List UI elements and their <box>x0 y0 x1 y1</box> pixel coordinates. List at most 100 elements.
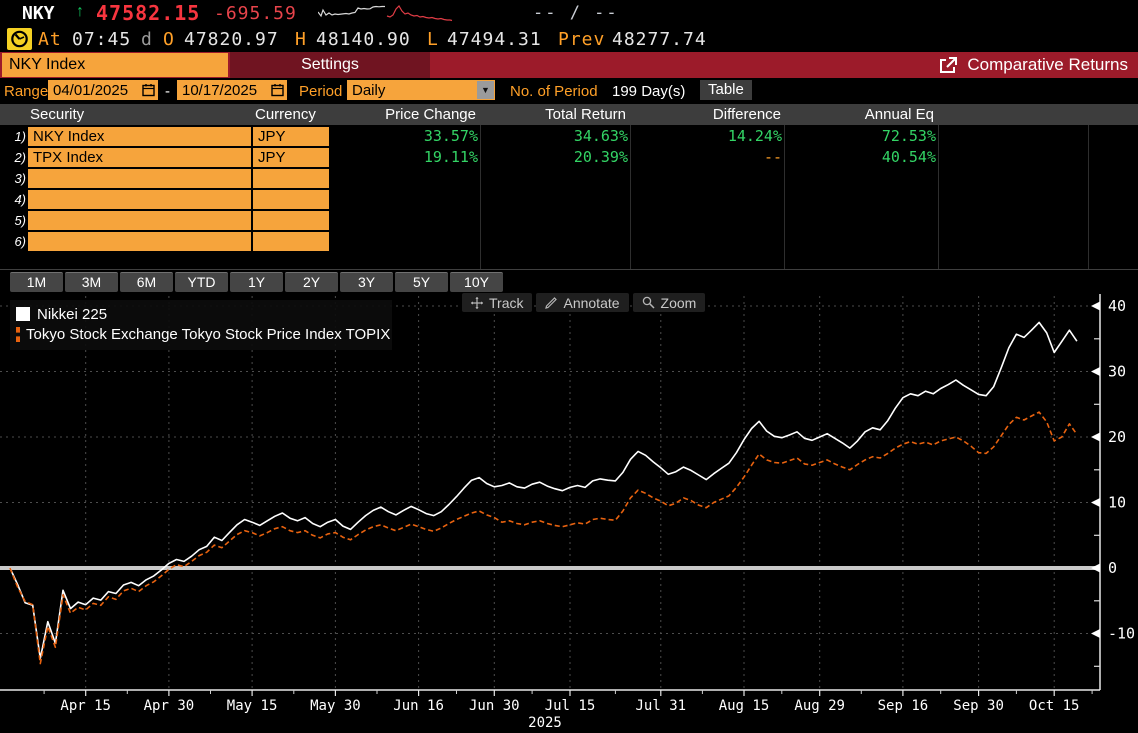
table-row[interactable]: 5) <box>0 211 1138 230</box>
low-label: L <box>427 29 439 50</box>
svg-text:May 15: May 15 <box>227 698 278 714</box>
svg-text:40: 40 <box>1108 297 1126 315</box>
chart-legend: Nikkei 225 Tokyo Stock Exchange Tokyo St… <box>10 300 392 350</box>
table-row[interactable]: 1) NKY Index JPY 33.57% 34.63% 14.24% 72.53% <box>0 127 1138 146</box>
period-tab-1y[interactable]: 1Y <box>230 272 283 292</box>
svg-text:Aug 15: Aug 15 <box>719 698 770 714</box>
row-number: 3) <box>14 171 26 186</box>
topix-swatch-icon <box>16 326 20 342</box>
period-tab-1m[interactable]: 1M <box>10 272 63 292</box>
svg-text:Sep 30: Sep 30 <box>953 698 1004 714</box>
col-annual-eq: Annual Eq <box>864 106 934 123</box>
chart-toolbar: Track Annotate Zoom <box>462 293 706 312</box>
row-number: 5) <box>14 213 26 228</box>
chart-plot[interactable]: Apr 15 Apr 30 May 15 May 30 Jun 16 Jun 30 Jul … <box>0 292 1138 733</box>
currency-cell[interactable] <box>253 169 329 188</box>
security-cell[interactable] <box>28 232 251 251</box>
total-return-value: 34.63% <box>573 127 628 145</box>
num-period-label: No. of Period <box>510 83 598 100</box>
security-cell[interactable] <box>28 169 251 188</box>
period-tab-3y[interactable]: 3Y <box>340 272 393 292</box>
period-tab-10y[interactable]: 10Y <box>450 272 503 292</box>
bid-ask-placeholder: -- / -- <box>533 3 619 23</box>
table-row[interactable]: 2) TPX Index JPY 19.11% 20.39% -- 40.54% <box>0 148 1138 167</box>
export-icon[interactable] <box>939 56 958 74</box>
period-select[interactable]: Daily ▼ <box>347 80 495 100</box>
controls-bar: Range 04/01/2025 - 10/17/2025 Period Dai… <box>0 78 1138 104</box>
returns-table: Security Currency Price Change Total Ret… <box>0 104 1138 270</box>
period-tab-ytd[interactable]: YTD <box>175 272 228 292</box>
svg-text:0: 0 <box>1108 559 1117 577</box>
intraday-sparkline <box>318 5 453 22</box>
period-tab-6m[interactable]: 6M <box>120 272 173 292</box>
column-divider <box>630 125 631 270</box>
svg-text:Apr 30: Apr 30 <box>144 698 195 714</box>
pencil-icon <box>545 296 558 309</box>
quote-time: 07:45 <box>72 29 132 50</box>
price-change-value: 19.11% <box>423 148 478 166</box>
security-cell[interactable] <box>28 190 251 209</box>
period-tab-row: 1M 3M 6M YTD 1Y 2Y 3Y 5Y 10Y <box>10 272 503 292</box>
track-button[interactable]: Track <box>462 293 533 312</box>
legend-item-topix: Tokyo Stock Exchange Tokyo Stock Price I… <box>16 324 390 344</box>
table-button[interactable]: Table <box>700 80 752 100</box>
svg-text:-10: -10 <box>1108 625 1135 643</box>
high-value: 48140.90 <box>316 29 411 50</box>
col-currency: Currency <box>255 106 316 123</box>
svg-text:30: 30 <box>1108 363 1126 381</box>
table-row[interactable]: 3) <box>0 169 1138 188</box>
prev-value: 48277.74 <box>612 29 707 50</box>
security-cell[interactable]: TPX Index <box>28 148 251 167</box>
num-period-value: 199 Day(s) <box>612 83 686 100</box>
last-price: 47582.15 <box>96 1 201 25</box>
magnifier-icon <box>642 296 655 309</box>
chevron-down-icon[interactable]: ▼ <box>477 81 494 99</box>
zoom-button[interactable]: Zoom <box>632 293 706 312</box>
ohlc-bar: At 07:45 d O 47820.97 H 48140.90 L 47494… <box>0 26 1138 52</box>
period-tab-3m[interactable]: 3M <box>65 272 118 292</box>
price-change: -695.59 <box>214 3 297 24</box>
row-number: 6) <box>14 234 26 249</box>
table-header: Security Currency Price Change Total Ret… <box>0 104 1138 125</box>
range-dash: - <box>165 83 170 100</box>
annotate-button[interactable]: Annotate <box>536 293 629 312</box>
period-tab-5y[interactable]: 5Y <box>395 272 448 292</box>
column-divider <box>480 125 481 270</box>
comparative-returns-chart: Apr 15 Apr 30 May 15 May 30 Jun 16 Jun 30 Jul … <box>0 292 1138 733</box>
col-difference: Difference <box>712 106 781 123</box>
low-value: 47494.31 <box>447 29 542 50</box>
prev-label: Prev <box>558 29 606 50</box>
currency-cell[interactable]: JPY <box>253 127 329 146</box>
currency-cell[interactable]: JPY <box>253 148 329 167</box>
function-name: Comparative Returns <box>967 55 1128 74</box>
svg-text:2025: 2025 <box>528 715 562 731</box>
security-cell[interactable] <box>28 211 251 230</box>
security-input[interactable]: NKY Index <box>2 53 228 77</box>
svg-text:20: 20 <box>1108 428 1126 446</box>
svg-text:Jun 30: Jun 30 <box>469 698 520 714</box>
svg-text:May 30: May 30 <box>310 698 361 714</box>
svg-text:Aug 29: Aug 29 <box>794 698 845 714</box>
difference-value: 14.24% <box>727 127 782 145</box>
table-row[interactable]: 6) <box>0 232 1138 251</box>
nikkei-swatch-icon <box>16 307 30 321</box>
period-tab-2y[interactable]: 2Y <box>285 272 338 292</box>
currency-cell[interactable] <box>253 232 329 251</box>
tab-settings[interactable]: Settings <box>230 52 430 78</box>
currency-cell[interactable] <box>253 190 329 209</box>
svg-text:Jul 15: Jul 15 <box>545 698 596 714</box>
security-cell[interactable]: NKY Index <box>28 127 251 146</box>
currency-cell[interactable] <box>253 211 329 230</box>
function-name-area: Comparative Returns <box>432 52 1138 78</box>
total-return-value: 20.39% <box>573 148 628 166</box>
calendar-icon[interactable] <box>271 83 284 97</box>
range-end-input[interactable]: 10/17/2025 <box>177 80 287 100</box>
svg-text:10: 10 <box>1108 494 1126 512</box>
table-row[interactable]: 4) <box>0 190 1138 209</box>
range-start-input[interactable]: 04/01/2025 <box>48 80 158 100</box>
table-bottom-rule <box>0 269 1138 270</box>
svg-text:Jul 31: Jul 31 <box>636 698 687 714</box>
row-number: 2) <box>14 150 26 165</box>
calendar-icon[interactable] <box>142 83 155 97</box>
annual-eq-value: 40.54% <box>881 148 936 166</box>
